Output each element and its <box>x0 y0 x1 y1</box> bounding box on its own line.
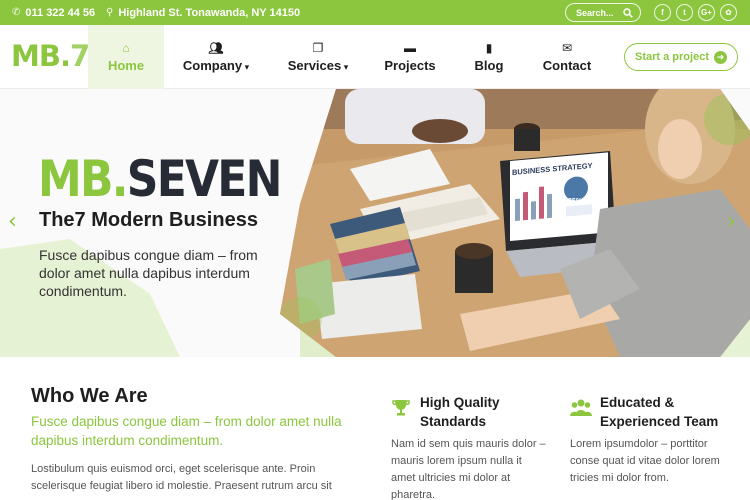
nav-services-label: Services ▾ <box>287 57 349 73</box>
feature-title: Educated & Experienced Team <box>600 395 719 429</box>
facebook-icon[interactable]: f <box>654 4 671 21</box>
search-placeholder: Search... <box>576 7 614 18</box>
search-input[interactable]: Search... <box>565 3 641 22</box>
start-project-label: Start a project <box>635 51 709 63</box>
start-project-button[interactable]: Start a project ➜ <box>624 43 738 71</box>
hero-text: Fusce dapibus congue diam – from dolor a… <box>39 247 258 299</box>
nav-home[interactable]: ⌂ Home <box>88 25 164 89</box>
bookmark-icon: ▮ <box>485 40 493 55</box>
address-text: Highland St. Tonawanda, NY 14150 <box>118 6 301 19</box>
logo-main: MB. <box>11 39 71 73</box>
hero-photo: BUSINESS STRATEGY 85% <box>280 89 750 357</box>
hero-brand: MB.SEVEN <box>38 150 283 208</box>
envelope-icon: ✉ <box>561 40 573 55</box>
hero-subtitle: The7 Modern Business <box>39 209 258 231</box>
nav-projects-label: Projects <box>384 57 436 73</box>
feature-title: High Quality Standards <box>420 395 500 429</box>
who-we-are-body: Lostibulum quis euismod orci, eget scele… <box>31 463 332 492</box>
copy-icon: ❐ <box>312 40 324 55</box>
twitter-icon[interactable]: t <box>676 4 693 21</box>
nav-blog-label: Blog <box>474 57 504 73</box>
trophy-icon <box>391 398 411 423</box>
nav-home-label: Home <box>107 57 145 73</box>
slider-next-arrow-icon[interactable]: › <box>727 209 736 234</box>
nav-blog[interactable]: ▮ Blog <box>466 25 512 89</box>
home-icon: ⌂ <box>122 40 130 55</box>
phone-number: 011 322 44 56 <box>25 6 96 19</box>
laptop-value: 85% <box>568 198 583 205</box>
logo-number: 7 <box>69 39 90 73</box>
who-we-are-subtitle: Fusce dapibus congue diam – from dolor a… <box>31 414 342 448</box>
feature-body: Lorem ipsumdolor – porttitor conse quat … <box>570 438 720 484</box>
hero-brand-green: MB. <box>38 150 129 208</box>
map-marker-icon: ⚲ <box>106 7 114 18</box>
dribbble-icon[interactable]: ✿ <box>720 4 737 21</box>
phone-icon: ✆ <box>12 7 21 18</box>
users-icon: 👥︎ <box>208 40 224 55</box>
search-icon[interactable] <box>623 7 633 18</box>
logo[interactable]: MB.7 <box>11 39 90 73</box>
arrow-right-circle-icon: ➜ <box>713 50 727 64</box>
google-plus-icon[interactable]: G+ <box>698 4 715 21</box>
nav-contact[interactable]: ✉ Contact <box>536 25 598 89</box>
header: MB.7 ⌂ Home 👥︎ Company ▾ ❐ Services ▾ ▬ … <box>0 25 750 89</box>
nav-services[interactable]: ❐ Services ▾ <box>280 25 356 89</box>
feature-body: Nam id sem quis mauris dolor – mauris lo… <box>391 438 546 500</box>
hero-slider: BUSINESS STRATEGY 85% MB.SEVEN The7 Mode… <box>0 89 750 357</box>
address-contact: ⚲ Highland St. Tonawanda, NY 14150 <box>106 0 300 25</box>
team-icon <box>570 398 592 423</box>
nav-company-label: Company ▾ <box>182 57 250 73</box>
folder-icon: ▬ <box>404 40 416 55</box>
nav-projects[interactable]: ▬ Projects <box>378 25 442 89</box>
nav-contact-label: Contact <box>542 57 592 73</box>
top-bar: ✆ 011 322 44 56 ⚲ Highland St. Tonawanda… <box>0 0 750 25</box>
hero-brand-dark: SEVEN <box>126 150 283 208</box>
nav-company[interactable]: 👥︎ Company ▾ <box>176 25 256 89</box>
phone-contact[interactable]: ✆ 011 322 44 56 <box>12 0 95 25</box>
slider-prev-arrow-icon[interactable]: ‹ <box>8 209 17 234</box>
who-we-are-title: Who We Are <box>31 385 148 407</box>
